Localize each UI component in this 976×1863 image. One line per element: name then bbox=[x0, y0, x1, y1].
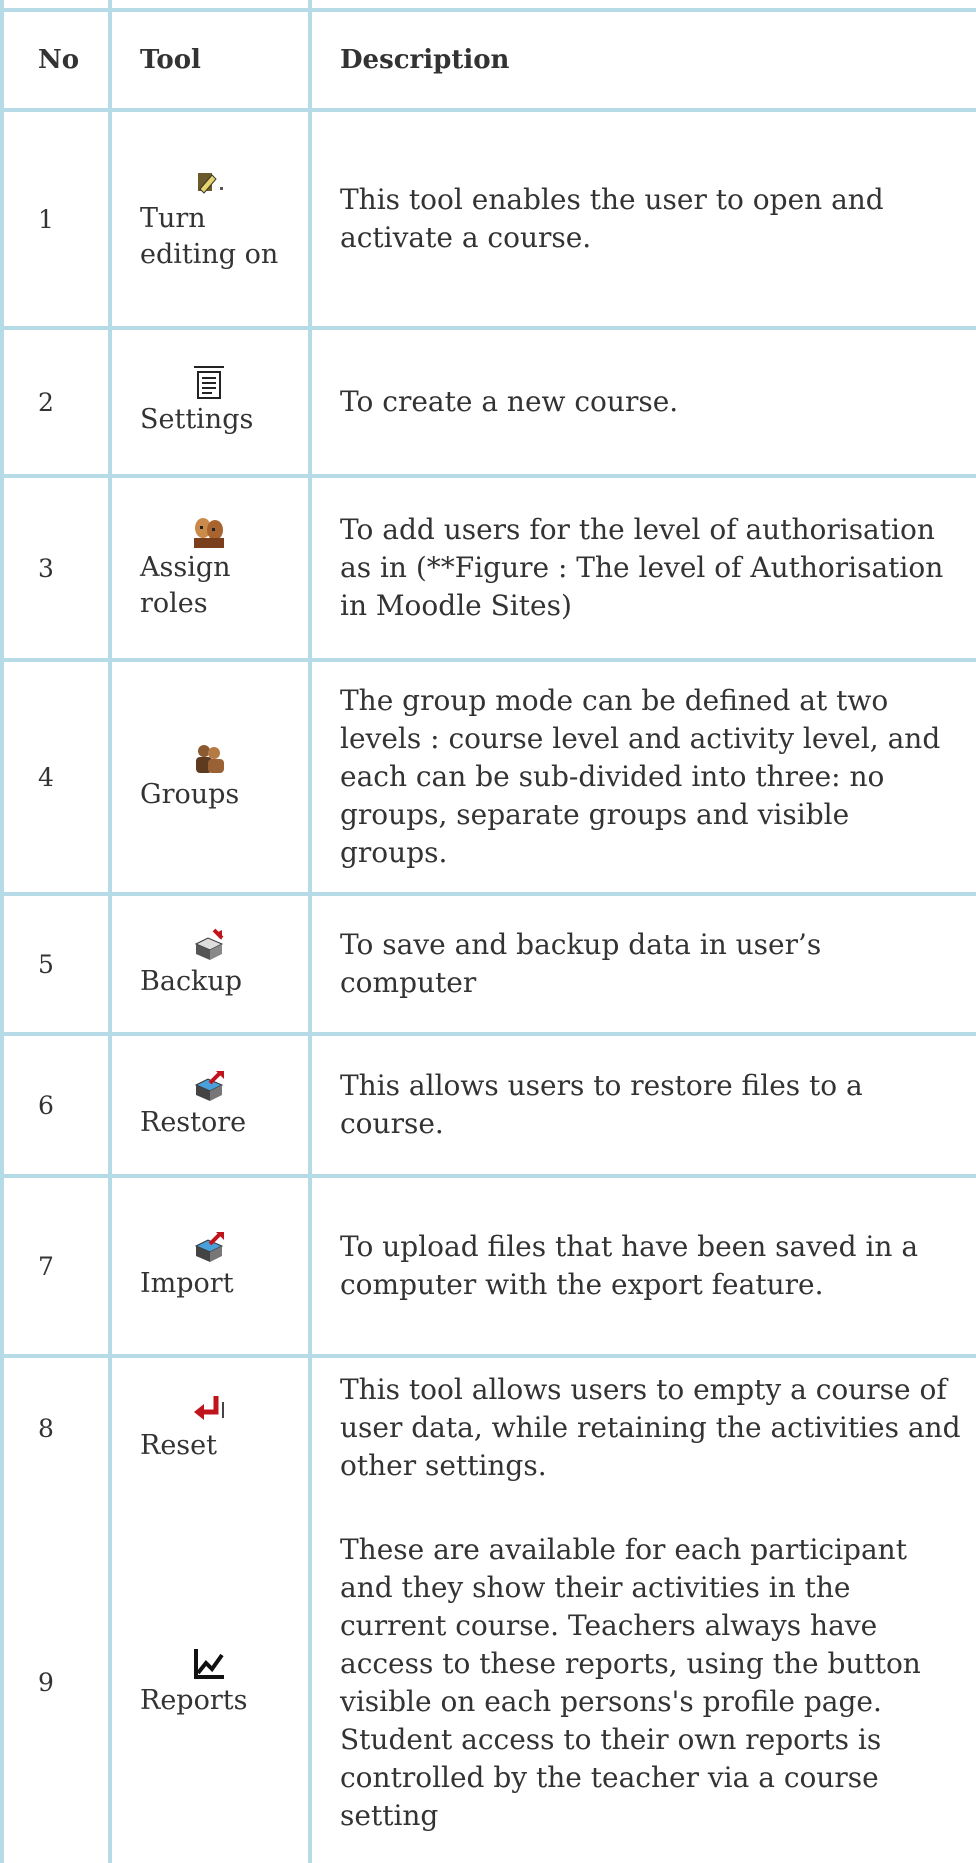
tool-description: To upload files that have been saved in … bbox=[340, 1230, 919, 1301]
tool-cell: Turn editing on bbox=[112, 112, 304, 326]
tool-cell: Reports bbox=[112, 1502, 304, 1863]
tool-label: Backup bbox=[140, 966, 243, 997]
row-number: 5 bbox=[38, 949, 54, 979]
groups-icon bbox=[196, 745, 224, 773]
import-icon bbox=[194, 1232, 224, 1262]
restore-icon bbox=[194, 1071, 224, 1101]
tool-cell: Groups bbox=[112, 662, 304, 892]
backup-icon bbox=[194, 928, 224, 960]
tool-label: Reports bbox=[140, 1684, 248, 1716]
row-number: 9 bbox=[38, 1668, 54, 1697]
settings-icon bbox=[194, 366, 224, 399]
tool-label: Turn editing on bbox=[140, 203, 279, 270]
tool-label: Reset bbox=[140, 1430, 217, 1461]
row-number: 7 bbox=[38, 1251, 54, 1281]
row-number: 8 bbox=[38, 1413, 54, 1443]
tool-description: This allows users to restore files to a … bbox=[340, 1069, 863, 1140]
header-tool-label: Tool bbox=[140, 45, 201, 75]
tool-description: These are available for each participant… bbox=[340, 1532, 921, 1832]
tool-label: Settings bbox=[140, 404, 254, 435]
row-number: 4 bbox=[38, 762, 54, 792]
tool-description: To add users for the level of authorisat… bbox=[340, 513, 944, 622]
header-tool: Tool bbox=[112, 12, 304, 108]
tool-cell: Settings bbox=[112, 330, 304, 474]
tool-label: Assign roles bbox=[140, 552, 231, 619]
tool-description: This tool enables the user to open and a… bbox=[340, 183, 884, 254]
tool-description: The group mode can be defined at two lev… bbox=[340, 684, 941, 869]
tool-cell: Assign roles bbox=[112, 478, 304, 658]
row-number: 6 bbox=[38, 1090, 54, 1120]
tool-cell: Restore bbox=[112, 1036, 304, 1174]
row-number: 2 bbox=[38, 387, 54, 417]
row-number: 1 bbox=[38, 204, 54, 234]
tool-cell: Import bbox=[112, 1178, 304, 1354]
table-border-left bbox=[0, 0, 4, 1863]
reports-icon bbox=[194, 1648, 224, 1679]
turn-editing-on-icon bbox=[198, 173, 223, 194]
tool-cell: Backup bbox=[112, 896, 304, 1032]
tools-table: No Tool Description 1 Turn editing on Th… bbox=[0, 0, 976, 1863]
reset-icon bbox=[194, 1396, 224, 1420]
tool-label: Import bbox=[140, 1268, 234, 1299]
tool-label: Groups bbox=[140, 779, 240, 810]
tool-label: Restore bbox=[140, 1107, 247, 1138]
header-description: Description bbox=[340, 45, 510, 75]
tool-description: To create a new course. bbox=[340, 385, 679, 418]
tool-description: To save and backup data in user’s comput… bbox=[340, 928, 822, 999]
tool-description: This tool allows users to empty a course… bbox=[340, 1373, 961, 1482]
tool-cell: Reset bbox=[112, 1358, 304, 1498]
assign-roles-icon bbox=[194, 518, 224, 548]
header-no: No bbox=[38, 45, 80, 75]
row-number: 3 bbox=[38, 553, 54, 583]
